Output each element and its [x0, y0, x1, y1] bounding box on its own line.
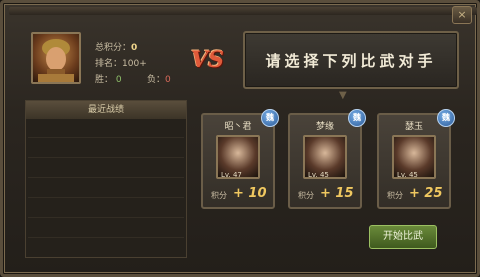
player-panel: 总积分：0 排名：100+ 胜： 0 负：0 [25, 28, 185, 90]
rank-value: 100+ [122, 59, 147, 69]
opponent-score: + 10 [233, 186, 267, 201]
opponent-level: Lv. 45 [397, 171, 418, 179]
opponent-name: 梦缘 [315, 122, 334, 132]
close-button[interactable]: × [452, 6, 472, 24]
prompt-box: 请选择下列比武对手 [243, 31, 459, 89]
close-icon: × [457, 8, 467, 21]
opponent-card-1[interactable]: 魏 昭丶君 Lv. 47 积分 + 10 [201, 109, 279, 209]
wins-value: 0 [115, 75, 122, 85]
opponent-score-label: 积分 [211, 191, 227, 200]
opponent-name: 昭丶君 [224, 122, 252, 132]
vs-label: VS [191, 47, 224, 73]
recent-records-panel: 最近战绩 [25, 100, 187, 258]
record-row [28, 217, 184, 218]
opponent-card-3[interactable]: 魏 瑟玉 Lv. 45 积分 + 25 [377, 109, 455, 209]
opponent-score-label: 积分 [298, 191, 314, 200]
opponent-name: 瑟玉 [404, 122, 423, 132]
record-row [28, 237, 184, 238]
start-duel-button[interactable]: 开始比武 [369, 225, 437, 249]
window-title-bar [9, 7, 477, 15]
record-row [28, 197, 184, 198]
duel-window: × 总积分：0 排名：100+ 胜： 0 负：0 VS 请选择下列比武对手 ▼ … [0, 0, 480, 277]
record-row [28, 157, 184, 158]
recent-records-title: 最近战绩 [26, 101, 186, 119]
opponent-level: Lv. 45 [308, 171, 329, 179]
record-row [28, 137, 184, 138]
player-avatar [31, 32, 81, 84]
prompt-text: 请选择下列比武对手 [265, 51, 437, 70]
wins-stat: 胜： 0 [95, 75, 122, 85]
record-row [28, 177, 184, 178]
total-points-value: 0 [131, 43, 138, 53]
opponent-score: + 15 [320, 186, 354, 201]
opponent-score-label: 积分 [387, 191, 403, 200]
rank-stat: 排名：100+ [95, 59, 147, 69]
opponent-card-2[interactable]: 魏 梦缘 Lv. 45 积分 + 15 [288, 109, 366, 209]
opponent-score: + 25 [409, 186, 443, 201]
losses-value: 0 [165, 75, 171, 85]
losses-stat: 负：0 [147, 75, 171, 85]
total-points-stat: 总积分：0 [95, 43, 138, 53]
opponent-level: Lv. 47 [221, 171, 242, 179]
chevron-down-icon: ▼ [339, 90, 347, 101]
